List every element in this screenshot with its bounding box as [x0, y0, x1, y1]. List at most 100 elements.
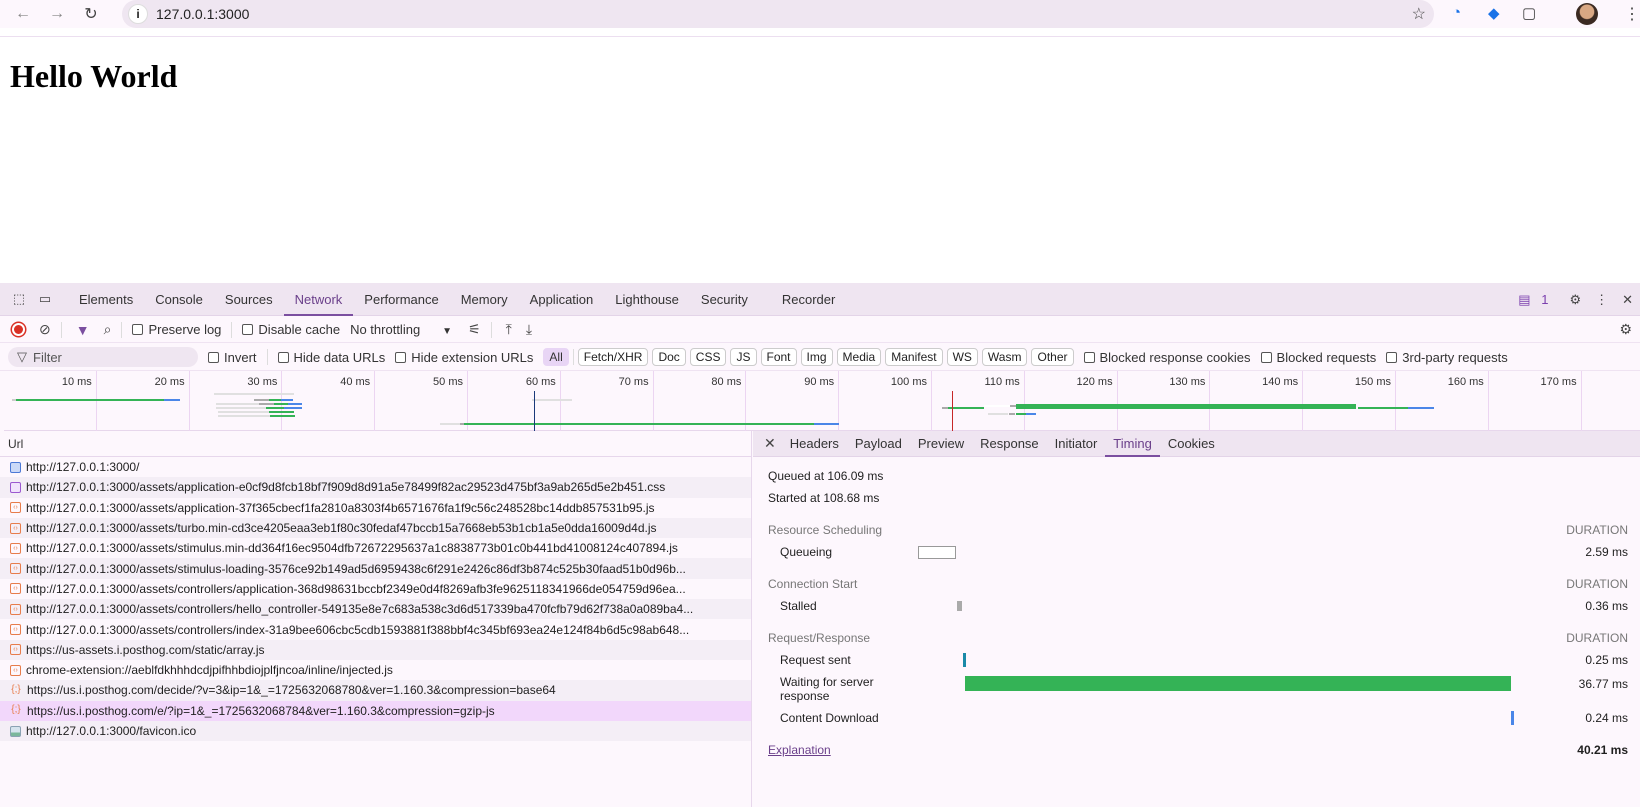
network-overview-timeline[interactable]: 10 ms 20 ms 30 ms 40 ms 50 ms 60 ms 70 ms 80 ms… — [4, 371, 1640, 431]
tab-security[interactable]: Security — [690, 283, 759, 316]
type-filter-img[interactable]: Img — [800, 348, 833, 366]
tab-cookies[interactable]: Cookies — [1160, 431, 1223, 457]
filter-placeholder: Filter — [33, 349, 62, 365]
tab-network[interactable]: Network — [283, 283, 354, 316]
clear-icon[interactable]: ⊘ — [39, 321, 51, 338]
type-filter-all[interactable]: All — [543, 348, 569, 366]
type-filter-media[interactable]: Media — [836, 348, 882, 366]
forward-arrow-icon[interactable]: → — [40, 5, 74, 23]
hide-data-urls-checkbox[interactable]: Hide data URLs — [277, 350, 385, 365]
record-stop-icon[interactable] — [12, 323, 25, 336]
bookmark-star-icon[interactable]: ☆ — [1412, 4, 1426, 24]
type-filter-js[interactable]: JS — [730, 348, 757, 366]
request-row[interactable]: ‹› http://127.0.0.1:3000/assets/stimulus.… — [0, 538, 751, 558]
timeline-gridline — [281, 371, 283, 431]
extension-1password-icon[interactable]: ◔ — [1452, 4, 1461, 21]
tab-initiator[interactable]: Initiator — [1047, 431, 1106, 457]
page-heading: Hello World — [10, 58, 178, 94]
preserve-log-checkbox[interactable]: Preserve log — [132, 322, 221, 337]
filter-funnel-icon: ▽ — [17, 349, 27, 364]
request-url: https://us.i.posthog.com/e/?ip=1&_=17256… — [27, 703, 495, 718]
tab-performance[interactable]: Performance — [353, 283, 449, 316]
reload-icon[interactable]: ↻ — [74, 4, 108, 24]
address-bar[interactable]: i 127.0.0.1:3000 ☆ — [122, 0, 1434, 28]
request-row[interactable]: ‹› http://127.0.0.1:3000/assets/stimulus-… — [0, 558, 751, 579]
settings-gear-icon[interactable]: ⚙ — [1569, 292, 1581, 308]
duration-header: DURATION — [1566, 523, 1628, 537]
address-url[interactable]: 127.0.0.1:3000 — [156, 6, 249, 22]
blocked-requests-checkbox[interactable]: Blocked requests — [1260, 350, 1376, 365]
type-filter-other[interactable]: Other — [1031, 348, 1074, 366]
throttling-select[interactable]: No throttling ▼ — [350, 322, 452, 337]
export-har-icon[interactable]: ⤓ — [526, 321, 532, 338]
js-resource-icon: ‹› — [10, 542, 21, 554]
site-info-icon[interactable]: i — [128, 4, 148, 24]
explanation-link[interactable]: Explanation — [768, 743, 831, 757]
inspect-element-icon[interactable]: ⬚ — [6, 291, 32, 307]
url-column-header[interactable]: Url — [0, 431, 751, 457]
request-row[interactable]: http://127.0.0.1:3000/assets/application… — [0, 477, 751, 498]
type-filter-manifest[interactable]: Manifest — [885, 348, 943, 366]
tab-sources[interactable]: Sources — [214, 283, 284, 316]
menu-kebab-icon[interactable]: ⋮ — [1624, 4, 1640, 24]
timeline-gridline — [1302, 371, 1304, 431]
filter-input[interactable]: ▽ Filter — [8, 347, 198, 367]
tab-timing[interactable]: Timing — [1105, 431, 1160, 457]
network-conditions-icon[interactable]: ⚟ — [468, 321, 481, 338]
request-url: http://127.0.0.1:3000/assets/controllers… — [26, 581, 686, 596]
request-row[interactable]: ‹› http://127.0.0.1:3000/assets/applicati… — [0, 498, 751, 518]
type-filter-doc[interactable]: Doc — [652, 348, 686, 366]
invert-checkbox[interactable]: Invert — [208, 350, 257, 365]
request-row[interactable]: ‹› http://127.0.0.1:3000/assets/controlle… — [0, 579, 751, 599]
back-arrow-icon[interactable]: ← — [6, 5, 40, 23]
request-row[interactable]: ‹› chrome-extension://aeblfdkhhhdcdjpifhh… — [0, 660, 751, 680]
blocked-response-cookies-checkbox[interactable]: Blocked response cookies — [1083, 350, 1251, 365]
request-row[interactable]: ‹› http://127.0.0.1:3000/assets/controlle… — [0, 599, 751, 620]
tab-payload[interactable]: Payload — [847, 431, 910, 457]
request-row[interactable]: ‹› http://127.0.0.1:3000/assets/controlle… — [0, 619, 751, 639]
request-sent-bar — [963, 653, 966, 667]
tab-memory[interactable]: Memory — [450, 283, 519, 316]
type-filter-fetch-xhr[interactable]: Fetch/XHR — [577, 348, 649, 366]
profile-avatar[interactable] — [1576, 3, 1598, 25]
type-filter-ws[interactable]: WS — [946, 348, 978, 366]
hide-extension-urls-checkbox[interactable]: Hide extension URLs — [395, 350, 533, 365]
extensions-puzzle-icon[interactable]: ▢ — [1522, 4, 1536, 22]
tab-preview[interactable]: Preview — [910, 431, 972, 457]
timeline-tick-label: 50 ms — [433, 376, 463, 388]
request-row[interactable]: {;} https://us.i.posthog.com/e/?ip=1&_=17… — [0, 700, 751, 721]
tab-headers[interactable]: Headers — [782, 431, 847, 457]
close-devtools-icon[interactable]: ✕ — [1622, 292, 1633, 308]
tab-console[interactable]: Console — [144, 283, 214, 316]
request-row[interactable]: {;} https://us.i.posthog.com/decide/?v=3&… — [0, 680, 751, 701]
search-icon[interactable]: ⌕ — [104, 321, 112, 338]
devtools-menu-icon[interactable]: ⋮ — [1595, 292, 1608, 308]
tab-response[interactable]: Response — [972, 431, 1047, 457]
timeline-request-bar — [1016, 413, 1026, 415]
issues-badge[interactable]: ▤ 1 — [1518, 292, 1555, 308]
request-row[interactable]: http://127.0.0.1:3000/ — [0, 457, 751, 477]
timeline-tick-label: 100 ms — [890, 376, 927, 388]
disable-cache-checkbox[interactable]: Disable cache — [242, 322, 340, 337]
import-har-icon[interactable]: ⤒ — [506, 321, 512, 338]
request-url: http://127.0.0.1:3000/ — [26, 460, 140, 475]
network-settings-gear-icon[interactable]: ⚙ — [1619, 321, 1632, 338]
tab-application[interactable]: Application — [519, 283, 605, 316]
filter-funnel-icon[interactable]: ▼ — [76, 322, 90, 338]
type-filter-font[interactable]: Font — [760, 348, 797, 366]
tab-recorder[interactable]: Recorder — [771, 283, 846, 316]
close-detail-icon[interactable]: ✕ — [764, 435, 776, 452]
request-url: http://127.0.0.1:3000/assets/stimulus.mi… — [26, 541, 678, 556]
timeline-request-bar — [1016, 404, 1356, 409]
device-toolbar-icon[interactable]: ▭ — [32, 291, 58, 307]
request-row[interactable]: ‹› https://us-assets.i.posthog.com/static… — [0, 639, 751, 660]
type-filter-css[interactable]: CSS — [689, 348, 727, 366]
request-row[interactable]: ‹› http://127.0.0.1:3000/assets/turbo.min… — [0, 517, 751, 539]
tab-elements[interactable]: Elements — [68, 283, 144, 316]
request-row[interactable]: http://127.0.0.1:3000/favicon.ico — [0, 720, 751, 742]
third-party-requests-checkbox[interactable]: 3rd-party requests — [1386, 350, 1508, 365]
tab-lighthouse[interactable]: Lighthouse — [604, 283, 690, 316]
type-filter-wasm[interactable]: Wasm — [981, 348, 1028, 366]
extension-tag-icon[interactable]: ◆ — [1488, 4, 1500, 22]
request-url: http://127.0.0.1:3000/assets/controllers… — [26, 602, 694, 617]
